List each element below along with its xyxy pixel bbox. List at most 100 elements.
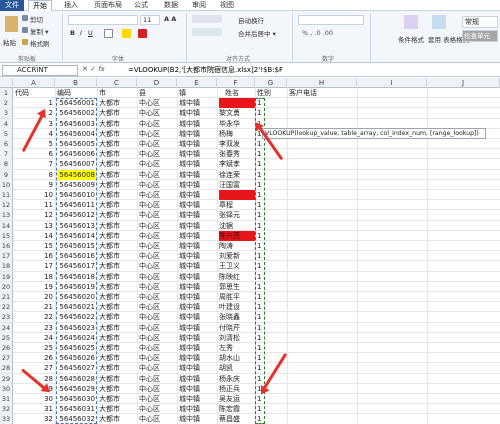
cell-county[interactable]: 中心区 [139,363,177,373]
cell-city[interactable]: 大都市 [99,272,137,282]
cell-county[interactable]: 中心区 [139,261,177,271]
cell-town[interactable]: 城中镇 [179,129,217,139]
cell-county[interactable]: 中心区 [139,353,177,363]
cell-town[interactable]: 城中镇 [179,261,217,271]
cell-town[interactable]: 城中镇 [179,414,217,424]
cell-name[interactable]: 胡水山 [219,353,255,363]
cell-name[interactable]: 付晓芹 [219,323,255,333]
font-name-select[interactable] [68,15,138,25]
cell-code[interactable]: 17 [15,261,53,271]
cell-county[interactable]: 中心区 [139,159,177,169]
header-phone[interactable]: 客户电话 [289,88,357,98]
row-header[interactable]: 7 [0,149,13,160]
italic-button[interactable]: I [80,29,82,37]
cell-city[interactable]: 大都市 [99,108,137,118]
cell-code[interactable]: 12 [15,210,53,220]
format-painter-button[interactable]: 格式刷 [30,38,50,48]
number-format-select[interactable] [298,15,364,25]
row-header[interactable]: 30 [0,383,13,394]
column-header-i[interactable]: I [357,78,427,88]
tab-file[interactable]: 文件 [0,0,24,11]
row-header[interactable]: 5 [0,128,13,139]
cell-town[interactable]: 城中镇 [179,170,217,180]
row-header[interactable]: 13 [0,210,13,221]
cell-code[interactable]: 21 [15,302,53,312]
cell-city[interactable]: 大都市 [99,241,137,251]
cell-county[interactable]: 中心区 [139,200,177,210]
cell-county[interactable]: 中心区 [139,190,177,200]
tab-page-layout[interactable]: 页面布局 [90,0,126,11]
number-format-buttons[interactable]: % , .0 .00 [302,29,333,37]
column-header-b[interactable]: B [55,78,97,88]
cell-county[interactable]: 中心区 [139,170,177,180]
row-header[interactable]: 24 [0,322,13,333]
font-color-icon[interactable] [138,29,147,38]
cell-city[interactable]: 大都市 [99,200,137,210]
cell-town[interactable]: 城中镇 [179,200,217,210]
cell-town[interactable]: 城中镇 [179,333,217,343]
cell-town[interactable]: 城中镇 [179,119,217,129]
header-town[interactable]: 镇 [179,88,217,98]
cell-name[interactable]: 汪国富 [219,180,255,190]
cell-city[interactable]: 大都市 [99,404,137,414]
enter-icon[interactable]: ✓ [90,65,96,73]
column-header-h[interactable]: H [287,78,357,88]
header-gender[interactable]: 性别 [257,88,287,98]
header-name[interactable]: 姓名 [225,88,255,98]
cell-county[interactable]: 中心区 [139,384,177,394]
cell-county[interactable]: 中心区 [139,98,177,108]
cell-county[interactable]: 中心区 [139,292,177,302]
cell-town[interactable]: 城中镇 [179,190,217,200]
cell-name[interactable]: 王卫义 [219,261,255,271]
cell-code[interactable]: 31 [15,404,53,414]
align-top-icon[interactable] [192,15,222,23]
cell-name[interactable]: 黎文勇 [219,108,255,118]
row-header[interactable]: 28 [0,363,13,374]
tab-view[interactable]: 视图 [216,0,238,11]
cell-city[interactable]: 大都市 [99,323,137,333]
cell-code[interactable]: 6 [15,149,53,159]
cell-code[interactable]: 23 [15,323,53,333]
cell-city[interactable]: 大都市 [99,292,137,302]
row-header[interactable]: 26 [0,343,13,353]
row-header[interactable]: 2 [0,98,13,109]
cancel-icon[interactable]: ✕ [82,65,88,73]
cell-code[interactable]: 11 [15,200,53,210]
header-city[interactable]: 市 [99,88,137,98]
row-header[interactable]: 14 [0,220,13,231]
tab-review[interactable]: 审阅 [188,0,210,11]
cell-city[interactable]: 大都市 [99,251,137,261]
cell-name[interactable]: 张晓鑫 [219,312,255,322]
cell-county[interactable]: 中心区 [139,414,177,424]
cell-code[interactable]: 9 [15,180,53,190]
paste-icon[interactable] [5,16,18,32]
cell-city[interactable]: 大都市 [99,170,137,180]
cell-county[interactable]: 中心区 [139,180,177,190]
bold-button[interactable]: B [70,29,75,37]
column-header-e[interactable]: E [177,78,217,88]
row-header[interactable]: 21 [0,292,13,302]
cell-county[interactable]: 中心区 [139,404,177,414]
cell-city[interactable]: 大都市 [99,139,137,149]
row-header[interactable]: 16 [0,241,13,251]
tab-home[interactable]: 开始 [28,0,52,11]
cell-town[interactable]: 城中镇 [179,343,217,353]
header-id[interactable]: 编码 [57,88,97,98]
cell-name[interactable]: 沈据 [219,221,255,231]
cell-city[interactable]: 大都市 [99,302,137,312]
merge-center-button[interactable]: 合并后居中 ▾ [238,28,276,38]
copy-button[interactable]: 复制 ▾ [30,26,48,36]
cut-button[interactable]: 剪切 [30,14,43,24]
cell-code[interactable]: 22 [15,312,53,322]
cell-county[interactable]: 中心区 [139,231,177,241]
cell-code[interactable]: 8 [15,170,53,180]
cell-county[interactable]: 中心区 [139,241,177,251]
cell-town[interactable]: 城中镇 [179,139,217,149]
cell-name[interactable]: 徐连荣 [219,170,255,180]
cell-city[interactable]: 大都市 [99,210,137,220]
conditional-format-button[interactable]: 条件格式 [398,34,424,44]
cell-county[interactable]: 中心区 [139,221,177,231]
cell-name[interactable]: 左秀 [219,343,255,353]
fill-color-icon[interactable] [122,29,131,38]
cell-name[interactable]: 郭思生 [219,282,255,292]
